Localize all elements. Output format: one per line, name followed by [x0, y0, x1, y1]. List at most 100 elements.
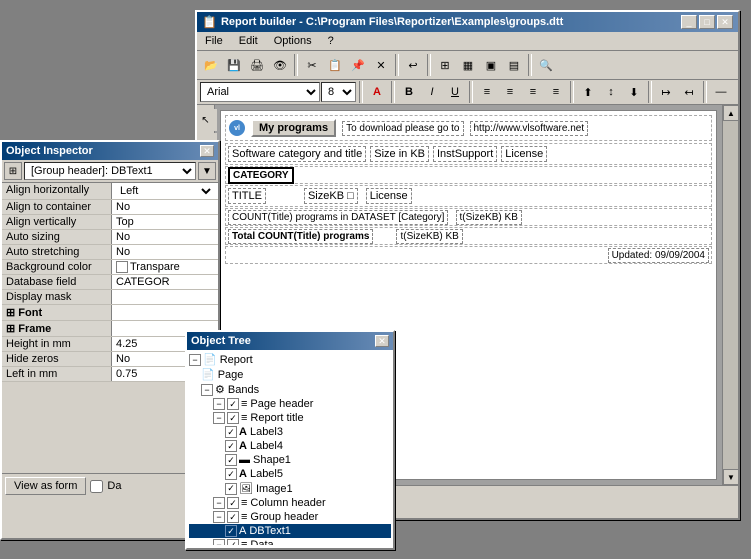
print-button[interactable]: 🖨	[246, 54, 268, 76]
prop-align-v: Align vertically Top	[2, 215, 218, 230]
expand-report-title[interactable]: −	[213, 412, 225, 424]
tree-item-report[interactable]: − 📄 Report	[189, 352, 391, 367]
footer-checkbox[interactable]	[90, 480, 103, 493]
arrow-tool[interactable]: ↖	[197, 109, 217, 131]
group-header-icon: ≡	[241, 511, 247, 523]
menu-file[interactable]: File	[201, 34, 227, 48]
expand-data[interactable]: −	[213, 539, 225, 545]
label4-icon: A	[239, 440, 247, 452]
check-group-header[interactable]: ✓	[227, 511, 239, 523]
tree-item-dbtext1[interactable]: ✓ A DBText1	[189, 524, 391, 538]
select-all-button[interactable]: ⊞	[434, 54, 456, 76]
tree-item-label4[interactable]: ✓ A Label4	[189, 439, 391, 453]
copy-button[interactable]: 📋	[324, 54, 346, 76]
inspector-header: ⊞ [Group header]: DBText1 ▼	[2, 160, 218, 183]
align-bot-button[interactable]: ⬇	[623, 81, 645, 103]
align-top-button[interactable]: ⬆	[577, 81, 599, 103]
menu-help[interactable]: ?	[324, 34, 338, 48]
tree-label-image1: Image1	[256, 483, 293, 495]
check-dbtext1[interactable]: ✓	[225, 525, 237, 537]
italic-button[interactable]: I	[421, 81, 443, 103]
tree-item-page[interactable]: 📄 Page	[189, 367, 391, 382]
align-right-button[interactable]: ≡	[522, 81, 544, 103]
tree-item-data[interactable]: − ✓ ≡ Data	[189, 538, 391, 545]
save-button[interactable]: 💾	[223, 54, 245, 76]
align-center-button[interactable]: ≡	[499, 81, 521, 103]
bold-button[interactable]: B	[398, 81, 420, 103]
indent-button[interactable]: ↦	[655, 81, 677, 103]
tree-item-shape1[interactable]: ✓ ▬ Shape1	[189, 453, 391, 467]
tree-label-bands: Bands	[228, 384, 259, 396]
close-button[interactable]: ✕	[717, 15, 733, 29]
expand-col-header[interactable]: −	[213, 497, 225, 509]
check-label4[interactable]: ✓	[225, 440, 237, 452]
tree-item-report-title[interactable]: − ✓ ≡ Report title	[189, 411, 391, 425]
data-section-2: COUNT(Title) programs in DATASET [Catego…	[225, 208, 712, 226]
check-label5[interactable]: ✓	[225, 468, 237, 480]
check-page-header[interactable]: ✓	[227, 398, 239, 410]
open-button[interactable]: 📂	[200, 54, 222, 76]
align-justify-button[interactable]: ≡	[545, 81, 567, 103]
expand-page-header[interactable]: −	[213, 398, 225, 410]
check-shape1[interactable]: ✓	[225, 454, 237, 466]
inspector-titlebar: Object Inspector ✕	[2, 142, 218, 160]
prop-left-key: Left in mm	[2, 367, 112, 381]
tree-item-col-header[interactable]: − ✓ ≡ Column header	[189, 496, 391, 510]
tree-label-group-header: Group header	[250, 511, 318, 523]
outdent-button[interactable]: ↤	[678, 81, 700, 103]
delete-button[interactable]: ✕	[370, 54, 392, 76]
tree-item-label5[interactable]: ✓ A Label5	[189, 467, 391, 481]
logo-icon: vl	[229, 120, 245, 136]
tree-item-label3[interactable]: ✓ A Label3	[189, 425, 391, 439]
scroll-up-button[interactable]: ▲	[723, 105, 738, 121]
scroll-down-button[interactable]: ▼	[723, 469, 738, 485]
tree-item-group-header[interactable]: − ✓ ≡ Group header	[189, 510, 391, 524]
my-programs-button[interactable]: My programs	[251, 119, 336, 137]
check-data[interactable]: ✓	[227, 539, 239, 545]
page-icon: 📄	[201, 368, 215, 381]
tree-item-bands[interactable]: − ⚙ Bands	[189, 382, 391, 397]
minimize-button[interactable]: _	[681, 15, 697, 29]
tree-label-shape1: Shape1	[253, 454, 291, 466]
paste-button[interactable]: 📌	[347, 54, 369, 76]
align-h-select[interactable]: Left	[116, 184, 214, 198]
inspector-dropdown-btn[interactable]: ▼	[198, 162, 216, 180]
tree-item-page-header[interactable]: − ✓ ≡ Page header	[189, 397, 391, 411]
report-window-title: Report builder - C:\Program Files\Report…	[221, 16, 563, 28]
line-style-button[interactable]: —	[710, 81, 732, 103]
align-mid-button[interactable]: ↕	[600, 81, 622, 103]
tree-close-button[interactable]: ✕	[375, 335, 389, 347]
view-as-form-button[interactable]: View as form	[5, 477, 86, 495]
select-button2[interactable]: ▦	[457, 54, 479, 76]
font-selector[interactable]: Arial	[200, 82, 320, 102]
find-button[interactable]: 🔍	[535, 54, 557, 76]
check-report-title[interactable]: ✓	[227, 412, 239, 424]
color-button[interactable]: A	[366, 81, 388, 103]
menu-options[interactable]: Options	[270, 34, 316, 48]
expand-report[interactable]: −	[189, 354, 201, 366]
check-image1[interactable]: ✓	[225, 483, 237, 495]
undo-button[interactable]: ↩	[402, 54, 424, 76]
underline-button[interactable]: U	[444, 81, 466, 103]
select-button3[interactable]: ▣	[480, 54, 502, 76]
maximize-button[interactable]: □	[699, 15, 715, 29]
font-size-selector[interactable]: 8	[321, 82, 356, 102]
select-button4[interactable]: ▤	[503, 54, 525, 76]
check-label3[interactable]: ✓	[225, 426, 237, 438]
inspector-icon: ⊞	[4, 162, 22, 180]
data-section-1: TITLE SizeKB □ License	[225, 185, 712, 207]
expand-bands[interactable]: −	[201, 384, 213, 396]
tree-item-image1[interactable]: ✓ 🖼 Image1	[189, 481, 391, 496]
prop-db-field-key: Database field	[2, 275, 112, 289]
object-selector[interactable]: [Group header]: DBText1	[24, 162, 196, 180]
preview-button[interactable]: 👁	[269, 54, 291, 76]
menu-edit[interactable]: Edit	[235, 34, 262, 48]
updated-field: Updated: 09/09/2004	[608, 248, 709, 263]
cut-button[interactable]: ✂	[301, 54, 323, 76]
sizekb-field: SizeKB □	[304, 188, 358, 204]
check-col-header[interactable]: ✓	[227, 497, 239, 509]
inspector-close-button[interactable]: ✕	[200, 145, 214, 157]
tree-label-page: Page	[218, 369, 244, 381]
expand-group-header[interactable]: −	[213, 511, 225, 523]
align-left-button[interactable]: ≡	[476, 81, 498, 103]
